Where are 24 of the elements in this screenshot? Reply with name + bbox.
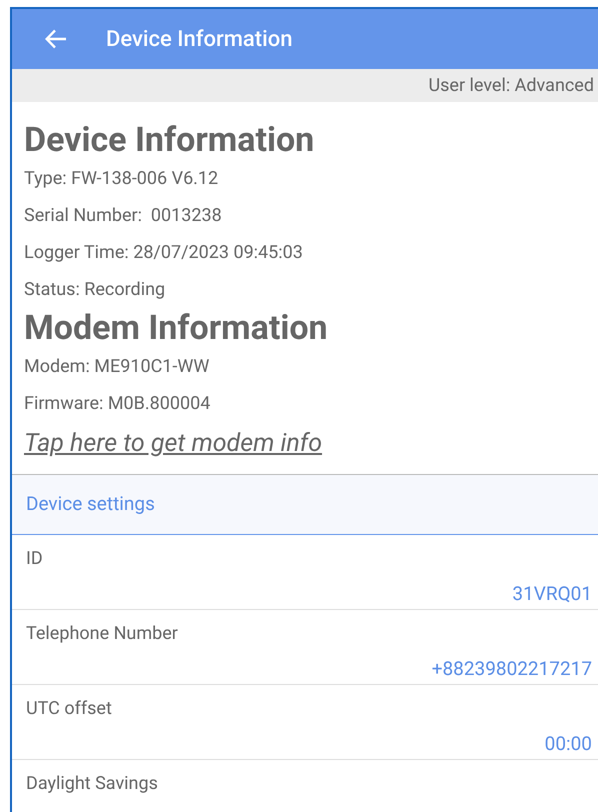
info-line: Status: Recording <box>24 278 166 302</box>
user-level-text: User level: Advanced <box>428 74 594 98</box>
setting-row[interactable]: UTC offset 00:00 <box>12 685 598 760</box>
back-arrow-icon <box>45 29 67 49</box>
setting-value: +88239802217217 <box>432 656 592 682</box>
device-info-heading: Device Information <box>24 120 316 160</box>
setting-label: UTC offset <box>26 697 112 721</box>
setting-label: Daylight Savings <box>26 772 158 796</box>
modem-info-heading: Modem Information <box>24 308 329 348</box>
info-line: Type: FW-138-006 V6.12 <box>24 167 220 191</box>
info-line: Serial Number: 0013238 <box>24 204 223 228</box>
modem-info-link[interactable]: Tap here to get modem info <box>24 422 322 466</box>
app-bar-title: Device Information <box>106 26 292 54</box>
setting-value: 00:00 <box>544 731 592 757</box>
setting-label: ID <box>26 547 43 571</box>
setting-row[interactable]: ID 31VRQ01 <box>12 535 598 610</box>
info-line: Modem: ME910C1-WW <box>24 355 210 379</box>
settings-heading: Device settings <box>26 491 155 518</box>
setting-row[interactable]: Daylight Savings <box>12 760 598 812</box>
setting-value: 31VRQ01 <box>512 581 592 607</box>
setting-label: Telephone Number <box>26 622 178 646</box>
info-line: Logger Time: 28/07/2023 09:45:03 <box>24 241 304 265</box>
info-line: Firmware: M0B.800004 <box>24 392 212 416</box>
setting-row[interactable]: Telephone Number +88239802217217 <box>12 610 598 685</box>
